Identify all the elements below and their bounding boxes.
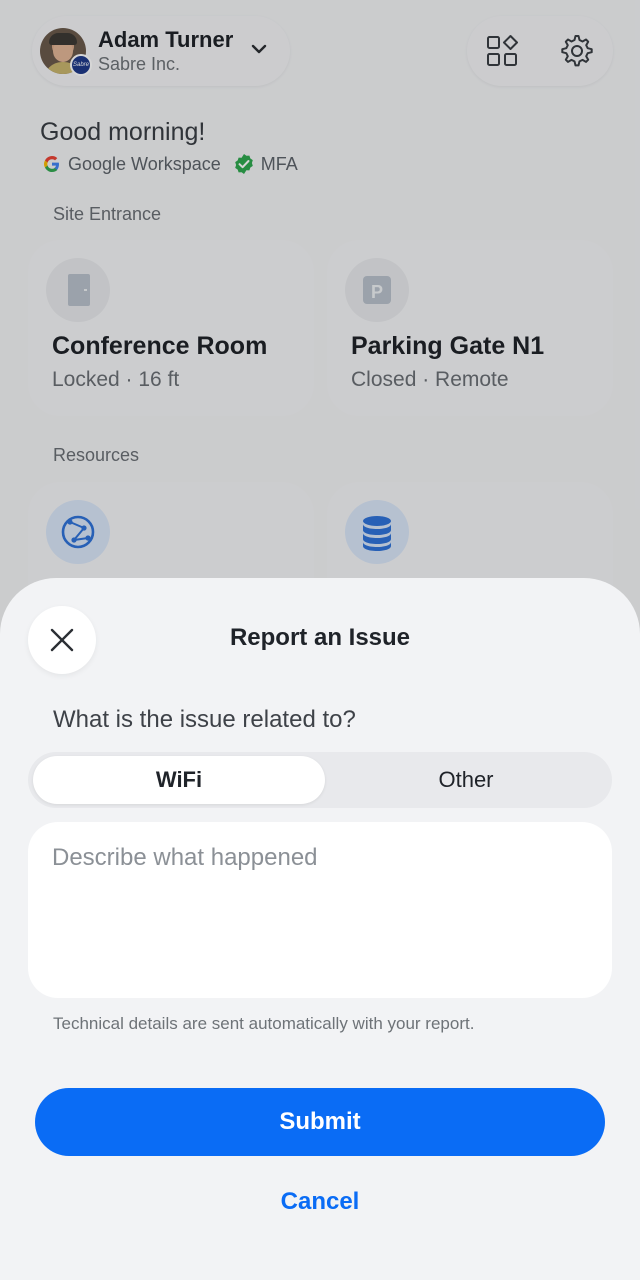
sheet-title: Report an Issue [229, 624, 411, 651]
description-placeholder: Describe what happened [52, 844, 318, 871]
option-other[interactable]: Other [325, 756, 607, 804]
report-issue-sheet: Report an Issue What is the issue relate… [0, 578, 640, 1280]
technical-details-note: Technical details are sent automatically… [53, 1014, 475, 1033]
issue-type-selector: WiFi Other [28, 752, 612, 808]
cancel-button[interactable]: Cancel [0, 1188, 640, 1216]
option-wifi[interactable]: WiFi [33, 756, 325, 804]
submit-button[interactable]: Submit [35, 1088, 605, 1156]
issue-question: What is the issue related to? [53, 706, 356, 733]
description-field[interactable]: Describe what happened [28, 822, 612, 998]
